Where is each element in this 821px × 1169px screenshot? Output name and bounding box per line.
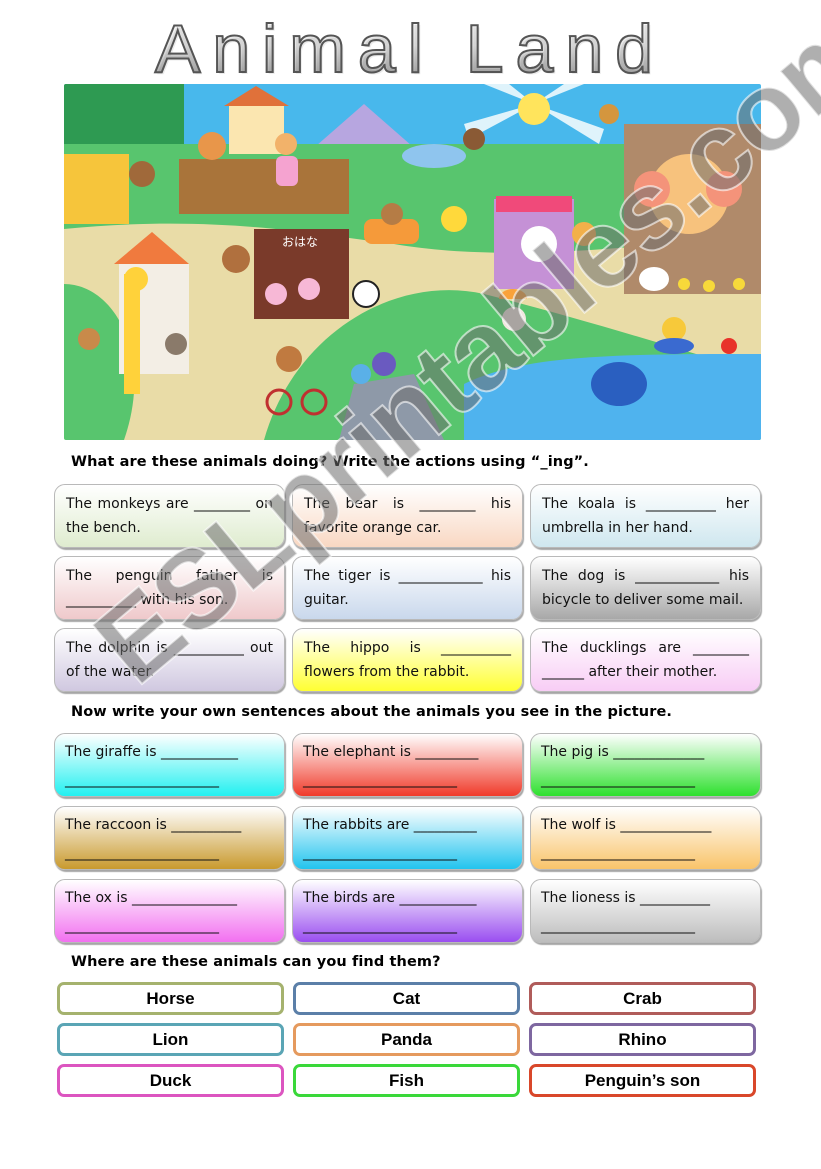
- forest: [64, 84, 184, 154]
- pig: [662, 317, 686, 341]
- page-title: Animal Land: [140, 13, 680, 85]
- duckling: [703, 280, 715, 292]
- lioness: [275, 133, 297, 155]
- cat-baker: [572, 222, 596, 246]
- own-sentence-card[interactable]: The ox is _______________ _______________…: [54, 879, 285, 943]
- dog: [276, 346, 302, 372]
- writing-line[interactable]: ______________________: [65, 766, 274, 794]
- own-sentence-card[interactable]: The giraffe is ___________ ______________…: [54, 733, 285, 797]
- sentence-start: The birds are ___________: [303, 890, 477, 906]
- flower-shop-sign: おはな: [282, 235, 318, 249]
- animal-word-box: Panda: [293, 1023, 520, 1056]
- actions-grid: The monkeys are ________ on the bench. Th…: [54, 484, 761, 692]
- fill-in-sentence-card[interactable]: The hippo is __________ flowers from the…: [292, 628, 523, 692]
- animal-word-box: Crab: [529, 982, 756, 1015]
- cake: [521, 226, 557, 262]
- own-sentence-card[interactable]: The birds are ___________ _______________…: [292, 879, 523, 943]
- koala: [502, 307, 526, 331]
- fill-in-sentence-card[interactable]: The dog is ____________ his bicycle to d…: [530, 556, 761, 620]
- writing-line[interactable]: ______________________: [541, 912, 750, 940]
- hippo: [222, 245, 250, 273]
- animal-word-box: Fish: [293, 1064, 520, 1097]
- writing-line[interactable]: ______________________: [65, 839, 274, 867]
- own-sentence-card[interactable]: The elephant is _________ _______________…: [292, 733, 523, 797]
- sentence-start: The lioness is __________: [541, 890, 710, 906]
- animal-word-grid: Horse Cat Crab Lion Panda Rhino Duck Fish Pengui…: [57, 982, 756, 1097]
- fill-in-sentence-card[interactable]: The koala is __________ her umbrella in …: [530, 484, 761, 548]
- rabbit: [298, 278, 320, 300]
- own-sentence-card[interactable]: The lioness is __________ _______________…: [530, 879, 761, 943]
- sentence-start: The raccoon is __________: [65, 817, 242, 833]
- tiger: [441, 206, 467, 232]
- animal-word-box: Horse: [57, 982, 284, 1015]
- writing-line[interactable]: ______________________: [303, 839, 512, 867]
- fill-in-sentence-card[interactable]: The bear is ________ his favorite orange…: [292, 484, 523, 548]
- fountain: [402, 144, 466, 168]
- duck: [639, 267, 669, 291]
- writing-line[interactable]: ______________________: [303, 766, 512, 794]
- duckling: [678, 278, 690, 290]
- monkeys: [463, 128, 485, 150]
- writing-line[interactable]: ______________________: [541, 839, 750, 867]
- sentence-start: The giraffe is ___________: [65, 744, 238, 760]
- illustration-svg: おはな: [64, 84, 761, 440]
- ox: [165, 333, 187, 355]
- writing-line[interactable]: ______________________: [65, 912, 274, 940]
- own-sentence-card[interactable]: The wolf is _____________ _______________…: [530, 806, 761, 870]
- wolf: [599, 104, 619, 124]
- crop-field: [64, 154, 129, 224]
- section-heading-where: Where are these animals can you find the…: [71, 954, 441, 970]
- fill-in-sentence-card[interactable]: The penguin father is __________ with hi…: [54, 556, 285, 620]
- writing-line[interactable]: ______________________: [541, 766, 750, 794]
- bear: [381, 203, 403, 225]
- rabbit: [265, 283, 287, 305]
- lion: [198, 132, 226, 160]
- crab: [721, 338, 737, 354]
- sentence-start: The elephant is _________: [303, 744, 479, 760]
- own-sentence-card[interactable]: The rabbits are _________ _______________…: [292, 806, 523, 870]
- duckling: [733, 278, 745, 290]
- sentence-start: The rabbits are _________: [303, 817, 477, 833]
- fill-in-sentence-card[interactable]: The monkeys are ________ on the bench.: [54, 484, 285, 548]
- animal-word-box: Rhino: [529, 1023, 756, 1056]
- animal-town-illustration: おはな: [64, 84, 761, 440]
- dolphin: [591, 362, 647, 406]
- fill-in-sentence-card[interactable]: The tiger is ____________ his guitar.: [292, 556, 523, 620]
- section-heading-actions: What are these animals doing? Write the …: [71, 454, 589, 470]
- sentence-start: The pig is _____________: [541, 744, 705, 760]
- sentence-start: The wolf is _____________: [541, 817, 712, 833]
- fill-in-sentence-card[interactable]: The ducklings are ________ ______ after …: [530, 628, 761, 692]
- panda: [352, 280, 380, 308]
- own-sentences-grid: The giraffe is ___________ ______________…: [54, 733, 761, 943]
- animal-word-box: Lion: [57, 1023, 284, 1056]
- animal-word-box: Duck: [57, 1064, 284, 1097]
- penguin-son: [351, 364, 371, 384]
- penguin-father: [372, 352, 396, 376]
- raccoon: [129, 161, 155, 187]
- own-sentence-card[interactable]: The pig is _____________ ________________…: [530, 733, 761, 797]
- castle-wall: [179, 159, 349, 214]
- animal-word-box: Cat: [293, 982, 520, 1015]
- writing-line[interactable]: ______________________: [303, 912, 512, 940]
- horse: [78, 328, 100, 350]
- animal-word-box: Penguin’s son: [529, 1064, 756, 1097]
- sentence-start: The ox is _______________: [65, 890, 237, 906]
- own-sentence-card[interactable]: The raccoon is __________ _______________…: [54, 806, 285, 870]
- giraffe: [124, 274, 140, 394]
- section-heading-own-sentences: Now write your own sentences about the a…: [71, 704, 673, 720]
- fill-in-sentence-card[interactable]: The dolphin is __________ out of the wat…: [54, 628, 285, 692]
